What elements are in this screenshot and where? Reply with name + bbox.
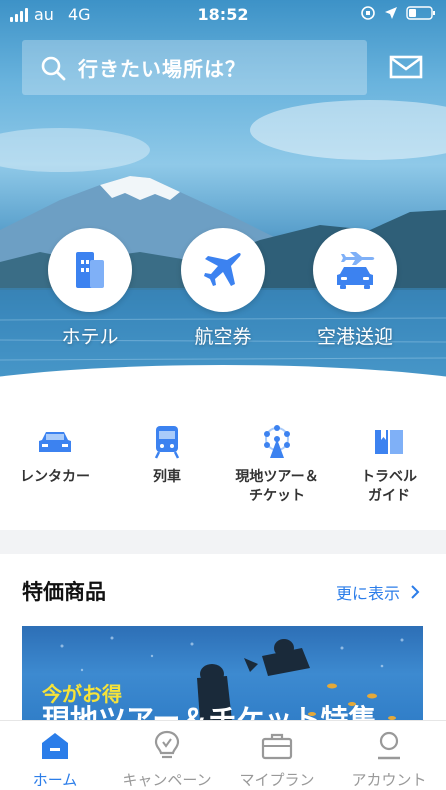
sub-services-row: レンタカー 列車 現地ツアー＆ チケット トラベルガイド — [0, 412, 446, 530]
guide-label-line2: ガイド — [368, 488, 410, 504]
battery-icon — [406, 6, 435, 20]
briefcase-icon — [261, 733, 293, 760]
tab-account-label: アカウント — [351, 771, 427, 789]
tab-campaign[interactable]: キャンペーン — [112, 729, 222, 790]
search-placeholder: 行きたい場所は？ — [78, 57, 246, 81]
flight-button[interactable]: 航空券 — [180, 228, 266, 356]
hotel-icon — [76, 252, 104, 288]
hero-banner: au 4G 18:52 行きたい場所は？ ホテル 航空券 空港送迎 — [0, 0, 446, 412]
airplane-icon — [204, 252, 241, 286]
rental-car-button[interactable]: レンタカー — [0, 424, 110, 487]
travel-guide-button[interactable]: トラベル ガイド — [334, 424, 444, 506]
search-bar[interactable]: 行きたい場所は？ — [22, 40, 367, 95]
tab-myplan[interactable]: マイプラン — [222, 729, 332, 790]
home-icon — [42, 733, 68, 759]
tab-account[interactable]: アカウント — [334, 729, 444, 790]
lightbulb-icon — [154, 730, 180, 759]
tab-home[interactable]: ホーム — [0, 729, 110, 790]
person-icon — [378, 731, 400, 760]
guidebook-icon — [375, 430, 403, 454]
search-icon — [41, 56, 66, 80]
tab-myplan-label: マイプラン — [239, 771, 315, 789]
train-icon — [154, 426, 180, 459]
show-more-link[interactable]: 更に表示 — [336, 580, 420, 604]
bottom-tab-bar: ホーム キャンペーン マイプラン アカウント — [0, 720, 446, 790]
orientation-lock-icon — [361, 6, 375, 20]
airport-transfer-icon — [337, 252, 375, 289]
airport-transfer-button[interactable]: 空港送迎 — [312, 228, 398, 356]
tours-label-line1: 現地ツアー＆ — [235, 469, 319, 485]
ferris-wheel-icon — [264, 425, 290, 458]
hotel-button[interactable]: ホテル — [47, 228, 133, 356]
location-arrow-icon — [385, 7, 397, 19]
airport-transfer-label: 空港送迎 — [316, 326, 393, 348]
tours-tickets-button[interactable]: 現地ツアー＆ チケット — [222, 424, 332, 506]
rental-car-label: レンタカー — [20, 469, 90, 485]
train-button[interactable]: 列車 — [112, 424, 222, 487]
mail-icon[interactable] — [389, 52, 423, 82]
travel-guide-label: トラベル ガイド — [334, 468, 444, 506]
tours-label-line2: チケット — [249, 488, 305, 504]
hotel-label: ホテル — [61, 326, 119, 348]
show-more-label: 更に表示 — [335, 584, 400, 603]
car-icon — [39, 432, 71, 452]
tours-tickets-label: 現地ツアー＆ チケット — [222, 468, 332, 506]
guide-label-line1: トラベル — [361, 469, 417, 485]
chevron-right-icon — [411, 585, 420, 599]
deals-title: 特価商品 — [22, 580, 106, 604]
train-label: 列車 — [153, 469, 181, 485]
status-bar: au 4G 18:52 — [0, 0, 446, 30]
tab-home-label: ホーム — [32, 771, 78, 789]
flight-label: 航空券 — [194, 326, 252, 348]
tab-campaign-label: キャンペーン — [122, 771, 212, 789]
